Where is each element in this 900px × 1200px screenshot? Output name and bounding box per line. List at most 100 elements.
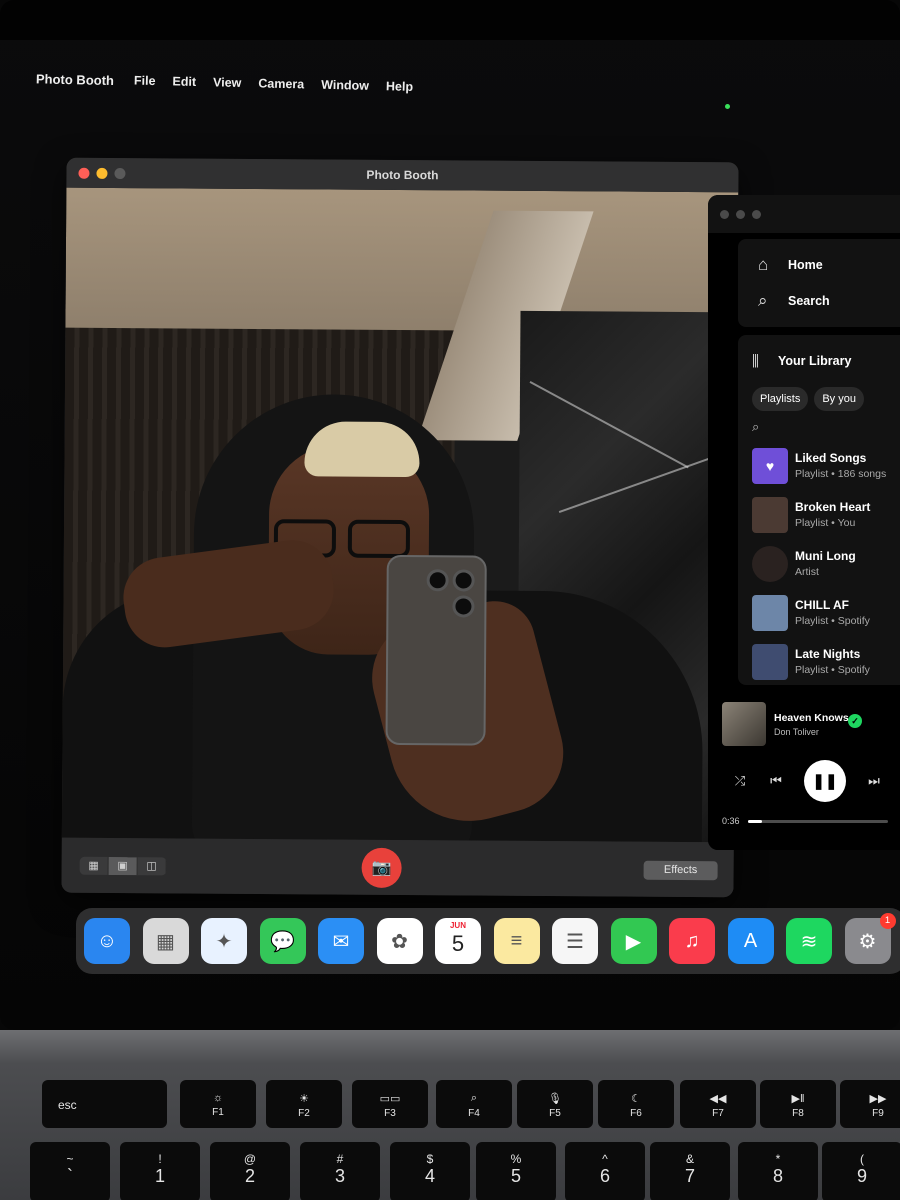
- key-f4[interactable]: ⌕ F4: [436, 1080, 512, 1128]
- menu-camera[interactable]: Camera: [258, 76, 304, 91]
- calendar-month: JUN: [449, 921, 466, 930]
- filmstrip-view-icon[interactable]: ◫: [137, 856, 167, 875]
- library-item[interactable]: Late Nights Playlist • Spotify: [752, 637, 900, 686]
- launchpad-glyph: ▦: [156, 930, 175, 953]
- previous-icon[interactable]: ⏮: [758, 773, 794, 789]
- library-item[interactable]: Broken Heart Playlist • You: [752, 490, 900, 539]
- key-1[interactable]: ! 1: [120, 1142, 200, 1200]
- key-function-icon: ☀: [299, 1093, 309, 1105]
- library-header[interactable]: ⫼ Your Library: [752, 347, 900, 375]
- key-7[interactable]: & 7: [650, 1142, 730, 1200]
- library-filters: Playlists By you: [752, 387, 900, 411]
- key-esc[interactable]: esc: [42, 1080, 167, 1128]
- library-item[interactable]: CHILL AF Playlist • Spotify: [752, 588, 900, 637]
- key-f8[interactable]: ▶‖ F8: [760, 1080, 836, 1128]
- key-8[interactable]: * 8: [738, 1142, 818, 1200]
- library-item-thumbnail: [752, 643, 788, 680]
- key-label: F8: [792, 1108, 804, 1119]
- filter-chip-by-you[interactable]: By you: [814, 387, 864, 411]
- key-function-icon: 🎙: [548, 1093, 562, 1105]
- reminders-glyph: ☰: [566, 930, 584, 953]
- calendar-icon[interactable]: JUN 5: [435, 918, 481, 964]
- spotify-titlebar[interactable]: [708, 195, 900, 233]
- zoom-button[interactable]: [752, 209, 761, 219]
- key-f5[interactable]: 🎙 F5: [517, 1080, 593, 1128]
- key-f6[interactable]: ☾ F6: [598, 1080, 674, 1128]
- menu-view[interactable]: View: [213, 75, 242, 90]
- liked-check-icon[interactable]: ✓: [848, 714, 862, 728]
- shuffle-icon[interactable]: ⤮: [722, 773, 758, 789]
- library-item-subtitle: Artist: [795, 566, 819, 578]
- menu-help[interactable]: Help: [386, 79, 413, 94]
- camera-preview: [61, 187, 739, 843]
- app-store-icon[interactable]: A: [727, 918, 774, 964]
- key-f3[interactable]: ▭▭ F3: [352, 1080, 428, 1128]
- library-item[interactable]: Muni Long Artist: [752, 539, 900, 588]
- library-search-icon[interactable]: ⌕: [752, 419, 900, 435]
- mail-icon[interactable]: ✉: [318, 918, 364, 964]
- photos-icon[interactable]: ✿: [376, 918, 423, 964]
- key-shift-symbol: !: [158, 1152, 162, 1166]
- app-store-glyph: A: [743, 929, 758, 952]
- launchpad-icon[interactable]: ▦: [142, 918, 189, 964]
- library-item-thumbnail: [752, 496, 788, 533]
- library-item[interactable]: ♥ Liked Songs Playlist • 186 songs: [752, 441, 900, 490]
- music-icon[interactable]: ♫: [669, 918, 715, 964]
- key-symbol: 8: [772, 1166, 783, 1186]
- playback-controls: ⤮ ⏮ ❚❚ ⏭: [722, 760, 900, 802]
- menu-app-name[interactable]: Photo Booth: [36, 71, 114, 88]
- key-symbol: 3: [334, 1166, 345, 1186]
- key-label: F3: [384, 1108, 396, 1119]
- reminders-icon[interactable]: ☰: [552, 918, 598, 964]
- window-titlebar[interactable]: Photo Booth: [66, 157, 739, 193]
- photo-booth-toolbar: ▦ ▣ ◫ 📷 Effects: [61, 837, 734, 898]
- key-9[interactable]: (9: [822, 1142, 900, 1200]
- key-f7[interactable]: ◀◀ F7: [680, 1080, 756, 1128]
- key-f2[interactable]: ☀ F2: [266, 1080, 342, 1128]
- spotify-window: ⌂ Home ⌕ Search ⫼ Your Library Playlists…: [708, 195, 900, 850]
- key-f1[interactable]: ☼ F1: [180, 1080, 256, 1128]
- filter-chip-playlists[interactable]: Playlists: [752, 387, 809, 411]
- grid-view-icon[interactable]: ▦: [79, 856, 109, 875]
- library-title: Your Library: [778, 354, 852, 368]
- notes-icon[interactable]: ≡: [493, 918, 540, 964]
- key-2[interactable]: @2: [210, 1142, 290, 1200]
- take-photo-button[interactable]: 📷: [361, 847, 402, 889]
- close-button[interactable]: [720, 209, 729, 219]
- key-shift-symbol: &: [685, 1152, 694, 1166]
- nav-home[interactable]: ⌂ Home: [738, 247, 900, 283]
- menu-window[interactable]: Window: [321, 78, 369, 93]
- library-item-name: Liked Songs: [795, 451, 867, 465]
- system-settings-icon[interactable]: ⚙ 1: [844, 913, 896, 964]
- nav-search[interactable]: ⌕ Search: [738, 283, 900, 319]
- key-5[interactable]: % 5: [476, 1142, 556, 1200]
- pause-button[interactable]: ❚❚: [804, 760, 846, 802]
- messages-icon[interactable]: 💬: [259, 918, 306, 964]
- menu-edit[interactable]: Edit: [172, 74, 196, 89]
- key-f9[interactable]: ▶▶ F9: [840, 1080, 900, 1128]
- facetime-icon[interactable]: ▶: [610, 918, 657, 964]
- phone-lens: [452, 569, 475, 592]
- key-4[interactable]: $4: [390, 1142, 470, 1200]
- key-label: F9: [872, 1108, 884, 1119]
- spotify-icon[interactable]: ≋: [786, 918, 832, 964]
- minimize-button[interactable]: [736, 209, 745, 219]
- finder-icon[interactable]: ☺: [84, 918, 130, 964]
- effects-button[interactable]: Effects: [643, 860, 718, 881]
- dock: ☺ ▦ ✦ 💬 ✉ ✿ JUN 5 ≡ ☰ ▶ ♫ A ≋ ⚙ 1: [76, 908, 900, 974]
- key-3[interactable]: #3: [300, 1142, 380, 1200]
- view-mode-control: ▦ ▣ ◫: [79, 856, 167, 875]
- single-view-icon[interactable]: ▣: [108, 856, 138, 875]
- menu-file[interactable]: File: [134, 74, 156, 88]
- key-6[interactable]: ^ 6: [565, 1142, 645, 1200]
- now-playing-track[interactable]: Heaven Knows Don Toliver ✓: [722, 702, 900, 746]
- key-symbol: `: [67, 1166, 73, 1186]
- key-`[interactable]: ~ `: [30, 1142, 110, 1200]
- progress-bar[interactable]: [748, 819, 888, 823]
- key-shift-symbol: ~: [66, 1152, 74, 1166]
- safari-icon[interactable]: ✦: [201, 918, 247, 964]
- track-title: Heaven Knows: [774, 711, 849, 724]
- preview-person-hair: [304, 421, 420, 478]
- messages-glyph: 💬: [270, 930, 295, 953]
- next-icon[interactable]: ⏭: [856, 773, 892, 789]
